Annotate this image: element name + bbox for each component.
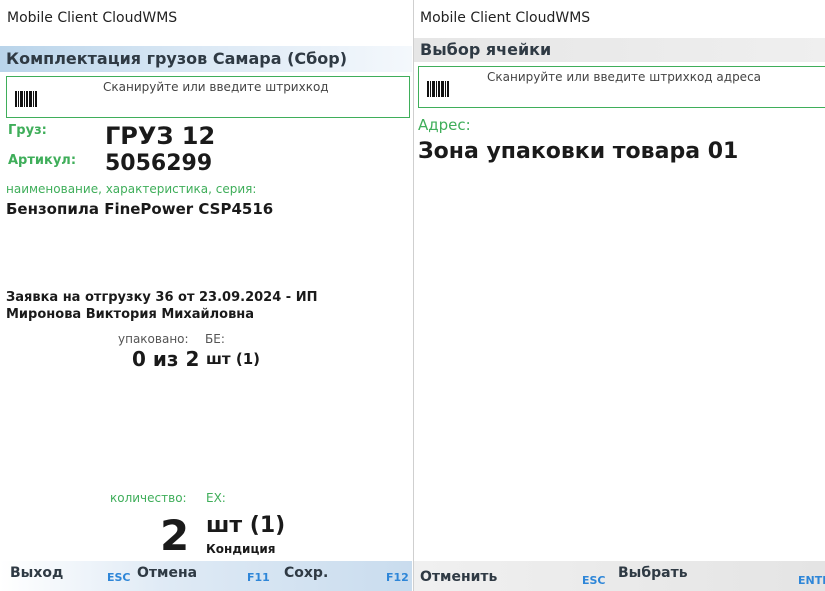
cargo-value: ГРУЗ 12 bbox=[105, 122, 216, 150]
exit-button[interactable]: Выход bbox=[10, 565, 63, 581]
left-screen: Mobile Client CloudWMS Комплектация груз… bbox=[0, 0, 412, 591]
qty-unit: шт (1) bbox=[206, 513, 286, 538]
f11-key-hint: F11 bbox=[247, 571, 270, 584]
esc-key-hint: ESC bbox=[582, 574, 606, 587]
footer-bar: Отменить ESC Выбрать ENTER bbox=[414, 561, 825, 591]
scan-hint: Сканируйте или введите штрихкод bbox=[103, 80, 329, 94]
article-label: Артикул: bbox=[8, 153, 77, 168]
app-title: Mobile Client CloudWMS bbox=[7, 10, 178, 26]
cancel-button[interactable]: Отменить bbox=[420, 569, 497, 585]
address-label: Адрес: bbox=[418, 116, 471, 134]
qty-value[interactable]: 2 bbox=[160, 512, 189, 560]
ex-label: ЕХ: bbox=[206, 491, 226, 505]
barcode-icon bbox=[427, 81, 449, 97]
cargo-label: Груз: bbox=[8, 123, 47, 138]
screen-title: Выбор ячейки bbox=[414, 38, 825, 62]
barcode-icon bbox=[15, 91, 37, 107]
save-button[interactable]: Сохр. bbox=[284, 565, 328, 581]
cancel-button[interactable]: Отмена bbox=[137, 565, 197, 581]
name-label: наименование, характеристика, серия: bbox=[6, 182, 257, 196]
address-value: Зона упаковки товара 01 bbox=[418, 139, 739, 164]
scan-hint: Сканируйте или введите штрихкод адреса bbox=[487, 70, 762, 84]
order-line-1: Заявка на отгрузку 36 от 23.09.2024 - ИП bbox=[6, 290, 318, 305]
select-button[interactable]: Выбрать bbox=[618, 565, 688, 581]
product-name: Бензопила FinePower CSP4516 bbox=[6, 200, 274, 218]
footer-bar: Выход ESC Отмена F11 Сохр. F12 bbox=[0, 561, 412, 591]
condition-label: Кондиция bbox=[206, 542, 276, 556]
packed-label: упаковано: bbox=[118, 332, 189, 346]
unit-label-top: БЕ: bbox=[205, 332, 225, 346]
qty-label: количество: bbox=[110, 491, 187, 505]
right-screen: Mobile Client CloudWMS Выбор ячейки Скан… bbox=[413, 0, 825, 591]
barcode-scan-field[interactable]: Сканируйте или введите штрихкод bbox=[6, 76, 410, 118]
f12-key-hint: F12 bbox=[386, 571, 409, 584]
article-value: 5056299 bbox=[105, 151, 213, 176]
app-title: Mobile Client CloudWMS bbox=[420, 10, 591, 26]
order-line-2: Миронова Виктория Михайловна bbox=[6, 307, 255, 322]
enter-key-hint: ENTER bbox=[798, 574, 825, 587]
unit-top: шт (1) bbox=[206, 350, 260, 368]
esc-key-hint: ESC bbox=[107, 571, 131, 584]
screen-title: Комплектация грузов Самара (Сбор) bbox=[0, 46, 412, 72]
packed-value: 0 из 2 bbox=[132, 347, 200, 371]
address-scan-field[interactable]: Сканируйте или введите штрихкод адреса bbox=[418, 66, 825, 108]
